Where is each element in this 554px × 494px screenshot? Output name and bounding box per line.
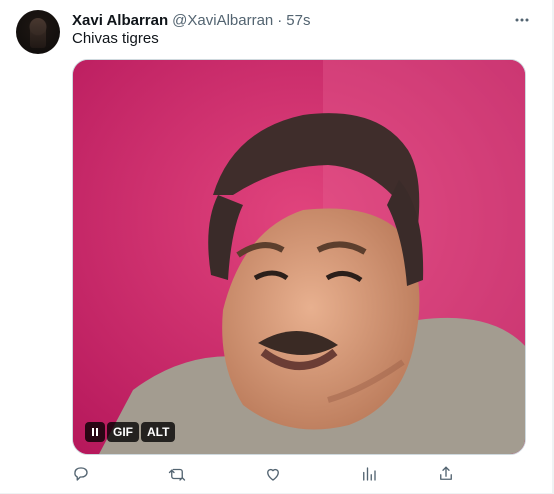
tweet-header: Xavi Albarran @XaviAlbarran · 57s	[72, 10, 310, 30]
display-name[interactable]: Xavi Albarran	[72, 12, 168, 29]
more-options-button[interactable]	[512, 10, 532, 30]
pause-icon	[92, 428, 98, 436]
share-button[interactable]	[432, 462, 460, 486]
tweet-actions	[72, 462, 472, 486]
gif-badge[interactable]: GIF	[107, 422, 139, 442]
pause-button[interactable]	[85, 422, 105, 442]
gif-image	[73, 60, 525, 454]
timestamp[interactable]: 57s	[286, 12, 310, 29]
like-button[interactable]	[259, 462, 287, 486]
repost-button[interactable]	[163, 462, 191, 486]
media-controls: GIF ALT	[85, 422, 176, 442]
alt-text-badge[interactable]: ALT	[141, 422, 176, 442]
separator-dot: ·	[277, 11, 283, 29]
views-icon	[363, 467, 376, 481]
tweet-text: Chivas tigres	[72, 30, 159, 47]
more-horizontal-icon	[515, 18, 529, 22]
avatar[interactable]	[16, 10, 60, 54]
reply-icon	[74, 467, 88, 481]
share-icon	[440, 466, 452, 480]
tweet[interactable]: Xavi Albarran @XaviAlbarran · 57s Chivas…	[0, 0, 552, 494]
reply-button[interactable]	[67, 462, 95, 486]
avatar-figure	[30, 18, 46, 48]
gif-media[interactable]: GIF ALT	[72, 59, 526, 455]
views-button[interactable]	[355, 462, 383, 486]
user-handle[interactable]: @XaviAlbarran	[172, 12, 273, 29]
like-icon	[267, 468, 279, 481]
repost-icon	[168, 468, 186, 481]
